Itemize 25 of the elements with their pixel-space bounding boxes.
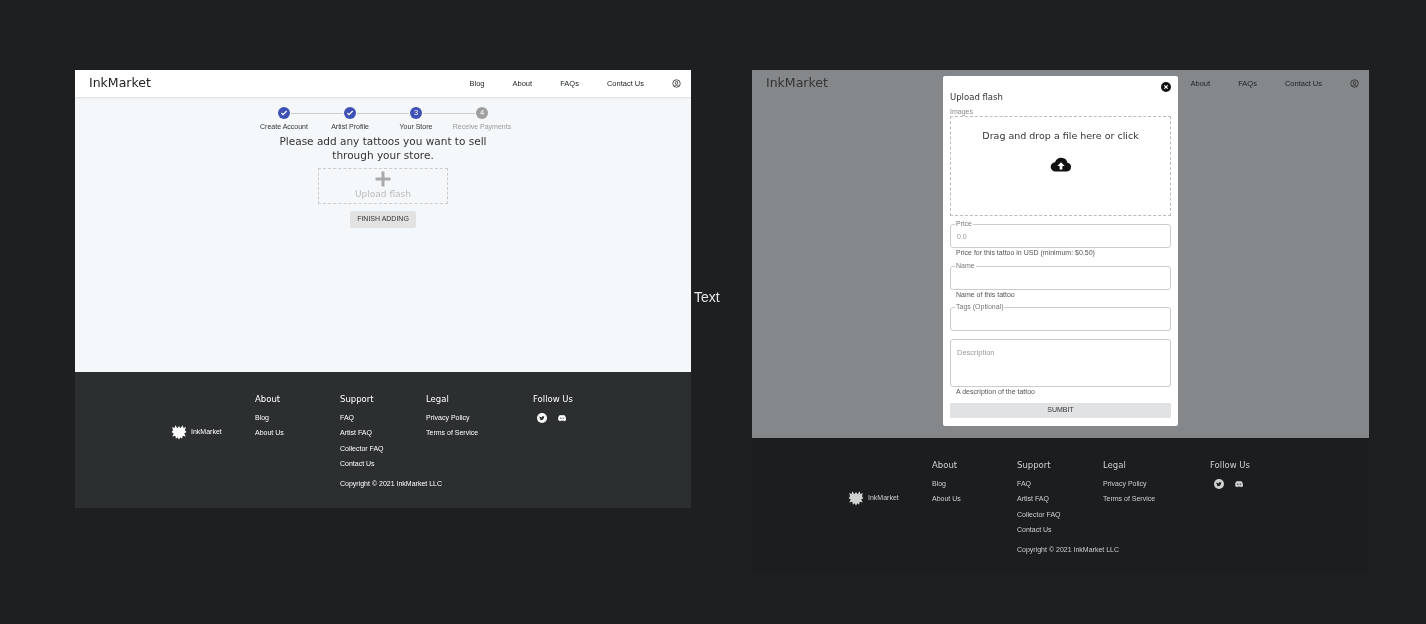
user-icon[interactable] <box>672 79 681 88</box>
bird-icon[interactable] <box>537 412 547 423</box>
dropzone-text: Drag and drop a file here or click <box>982 129 1139 144</box>
close-icon[interactable] <box>1161 82 1171 92</box>
footer-heading: Follow Us <box>1210 459 1251 472</box>
footer-heading: Follow Us <box>533 393 574 406</box>
user-icon[interactable] <box>1350 79 1359 88</box>
input-field[interactable] <box>950 265 1171 290</box>
bird-icon[interactable] <box>1214 478 1224 489</box>
footer-heading: Legal <box>426 393 450 406</box>
plus-icon <box>374 170 392 189</box>
footer-heading: Support <box>1017 459 1052 472</box>
brand-logo[interactable]: InkMarket <box>766 74 828 93</box>
file-dropzone[interactable]: Drag and drop a file here or click <box>950 116 1171 217</box>
upload-label: Upload flash <box>355 188 411 202</box>
footer-heading: Legal <box>1103 459 1127 472</box>
canvas-text-label: Text <box>694 288 720 307</box>
game-controller-icon[interactable] <box>556 412 568 423</box>
modal-title: Upload flash <box>950 92 1003 102</box>
footer-heading: About <box>932 459 959 472</box>
brand-logo[interactable]: InkMarket <box>89 74 151 93</box>
page-heading: Please add any tattoos you want to sell through your store. <box>278 133 488 163</box>
footer-heading: About <box>255 393 282 406</box>
game-controller-icon[interactable] <box>1233 478 1245 489</box>
footer-heading: Support <box>340 393 375 406</box>
